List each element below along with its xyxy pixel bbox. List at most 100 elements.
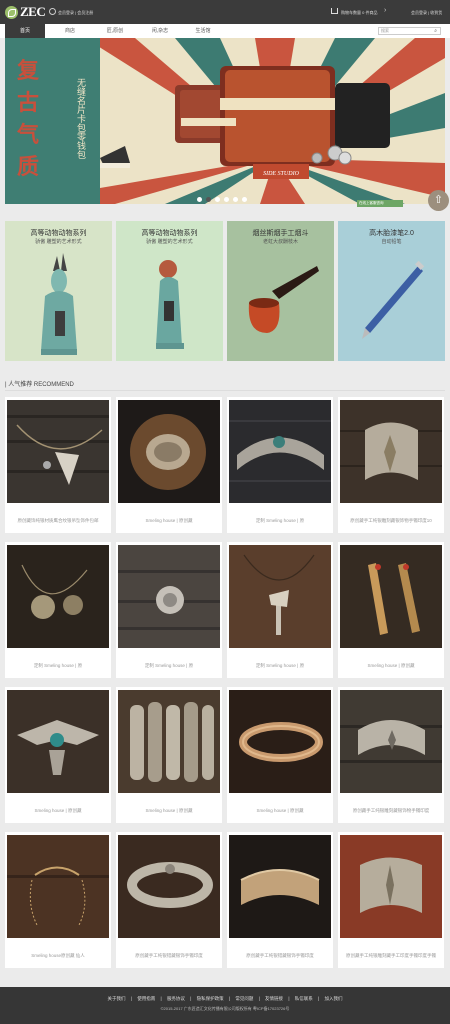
product-caption[interactable]: 定制 Smeling house | 原 [116,663,222,669]
product-card[interactable]: Smeling house | 原创藏 [116,687,222,823]
footer-link[interactable]: 常见问题 [235,996,253,1001]
product-photo[interactable] [7,400,109,503]
bird-figure [156,260,184,349]
product-photo[interactable] [118,400,220,503]
back-to-top-icon[interactable]: ⇧ [428,190,449,211]
product-photo[interactable] [7,545,109,648]
product-caption[interactable]: Smeling house | 原创藏 [5,808,111,814]
product-photo[interactable] [118,835,220,938]
search-icon[interactable]: ⌕ [434,28,437,34]
banner-title-char-3: 质 [17,154,39,180]
product-caption[interactable]: Smeling house | 原创藏 [227,808,333,814]
footer-separator: | [130,996,132,1001]
search-icon[interactable] [49,8,56,15]
menu-item-magazine[interactable]: 闲,杂志 [140,24,180,38]
product-photo[interactable] [118,545,220,648]
banner-dots [197,197,247,202]
product-caption[interactable]: 原创藏手工纯银错藏银饰手镯印度 [227,953,333,959]
footer-link[interactable]: 加入我们 [324,996,342,1001]
product-card[interactable]: Smeling house | 原创藏 [227,687,333,823]
logo-text: ZEC [20,4,46,19]
product-photo[interactable] [340,690,442,793]
banner-dot[interactable] [224,197,229,202]
product-card[interactable]: 定制 Smeling house | 原 [116,542,222,678]
category-card-2[interactable]: 烟丝斯烟手工烟斗 老虹大叔酬枝木 [227,221,334,361]
hero-banner[interactable]: SIDE STUDIO 复 古 气 质 无缝名片卡包零钱包 [5,38,445,204]
logo[interactable]: ZEC [5,4,46,20]
product-card[interactable]: Smeling house | 原创藏 [116,397,222,533]
product-caption[interactable]: Smeling house原创藏 仙人 [5,953,111,959]
footer-link[interactable]: 关于我们 [108,996,126,1001]
product-caption[interactable]: 定制 Smeling house | 原 [5,663,111,669]
product-photo[interactable] [229,545,331,648]
footer-link[interactable]: 服务协议 [167,996,185,1001]
banner-dot[interactable] [242,197,247,202]
product-caption[interactable]: Smeling house | 原创藏 [338,663,444,669]
product-caption[interactable]: 定制 Smeling house | 原 [227,518,333,524]
top-bar: ZEC 会员登录 | 会员注册 购物车数量 0 件商品 › 会员登录 | 收到货 [0,0,450,24]
footer-link[interactable]: 使用指南 [137,996,155,1001]
product-card[interactable]: 定制 Smeling house | 原 [5,542,111,678]
footer-separator: | [228,996,231,1001]
menu-item-life[interactable]: 生活馆 [183,24,223,38]
login-links[interactable]: 会员登录 | 会员注册 [58,10,93,16]
search-placeholder: 搜索 [381,28,389,33]
cart-text[interactable]: 购物车数量 0 件商品 [341,10,377,16]
category-card-3[interactable]: 高木胎漆笔2.0 自动铅笔 [338,221,445,361]
product-caption[interactable]: 定制 Smeling house | 原 [227,663,333,669]
product-card[interactable]: Smeling house | 原创藏 [5,687,111,823]
product-photo[interactable] [7,835,109,938]
product-card[interactable]: 定制 Smeling house | 原 [227,542,333,678]
footer-separator: | [160,996,162,1001]
menu-item-craft[interactable]: 匠,原创 [95,24,135,38]
product-caption[interactable]: 原创藏手工纯银雕刻藏手工印度手镯印度手镯 [338,953,444,959]
product-caption[interactable]: Smeling house | 原创藏 [116,518,222,524]
banner-dot[interactable] [197,197,202,202]
product-card[interactable]: 原创藏手工纯银错藏银饰手镯印度 [116,832,222,968]
product-card[interactable]: 原创藏饰纯银材质鹰合纹银吊坠饰件包邮 [5,397,111,533]
right-links[interactable]: 会员登录 | 收到货 [411,10,442,16]
menu-item-shop[interactable]: 商店 [50,24,90,38]
chevron-right-icon[interactable]: › [384,7,386,14]
product-caption[interactable]: 原创藏手工纯银雕刻藏银饰物手镯印度10 [338,518,444,524]
product-card[interactable]: 原创藏手工纯银雕刻藏银饰物手镯印度 [338,687,444,823]
product-caption[interactable]: 原创藏手工纯银雕刻藏银饰物手镯印度 [338,808,444,814]
product-photo[interactable] [229,400,331,503]
product-caption[interactable]: Smeling house | 原创藏 [116,808,222,814]
footer-separator: | [190,996,192,1001]
search-input[interactable]: 搜索 ⌕ [378,27,441,35]
product-card[interactable]: 原创藏手工纯银雕刻藏银饰物手镯印度10 [338,397,444,533]
product-caption[interactable]: 原创藏手工纯银错藏银饰手镯印度 [116,953,222,959]
cart-icon[interactable] [331,8,338,14]
category-card-1[interactable]: 高等动物动物系列 骄傲 雕塑的艺术形式 [116,221,223,361]
banner-dot[interactable] [233,197,238,202]
product-photo[interactable] [7,690,109,793]
product-photo[interactable] [340,835,442,938]
brand-tag: SIDE STUDIO [263,171,299,177]
product-photo[interactable] [229,690,331,793]
product-card[interactable]: Smeling house原创藏 仙人 [5,832,111,968]
footer-link[interactable]: 私信联系 [295,996,313,1001]
product-card[interactable]: Smeling house | 原创藏 [338,542,444,678]
footer-separator: | [258,996,260,1001]
footer-link[interactable]: 友情链接 [265,996,283,1001]
category-subtitle: 老虹大叔酬枝木 [262,239,298,245]
footer-separator: | [288,996,290,1001]
product-card[interactable]: 定制 Smeling house | 原 [227,397,333,533]
footer: 关于我们 | 使用指南 | 服务协议 | 隐私保护政策 | 常见问题 | 友情链… [0,987,450,1024]
banner-dot[interactable] [215,197,220,202]
footer-link[interactable]: 隐私保护政策 [197,996,224,1001]
product-photo[interactable] [340,400,442,503]
product-photo[interactable] [340,545,442,648]
product-photo[interactable] [118,690,220,793]
product-photo[interactable] [229,835,331,938]
banner-graphic: SIDE STUDIO 复 古 气 质 无缝名片卡包零钱包 [5,38,445,204]
product-card[interactable]: 原创藏手工纯银雕刻藏手工印度手镯印度手镯 [338,832,444,968]
chat-bar[interactable]: 在线上客服咨询 [357,200,403,207]
banner-dot-active[interactable] [206,197,211,202]
category-subtitle: 骄傲 雕塑的艺术形式 [35,239,82,245]
product-card[interactable]: 原创藏手工纯银错藏银饰手镯印度 [227,832,333,968]
product-caption[interactable]: 原创藏饰纯银材质鹰合纹银吊坠饰件包邮 [5,518,111,524]
category-card-0[interactable]: 高等动物动物系列 骄傲 雕塑的艺术形式 [5,221,112,361]
menu-item-home[interactable]: 首页 [5,24,45,38]
